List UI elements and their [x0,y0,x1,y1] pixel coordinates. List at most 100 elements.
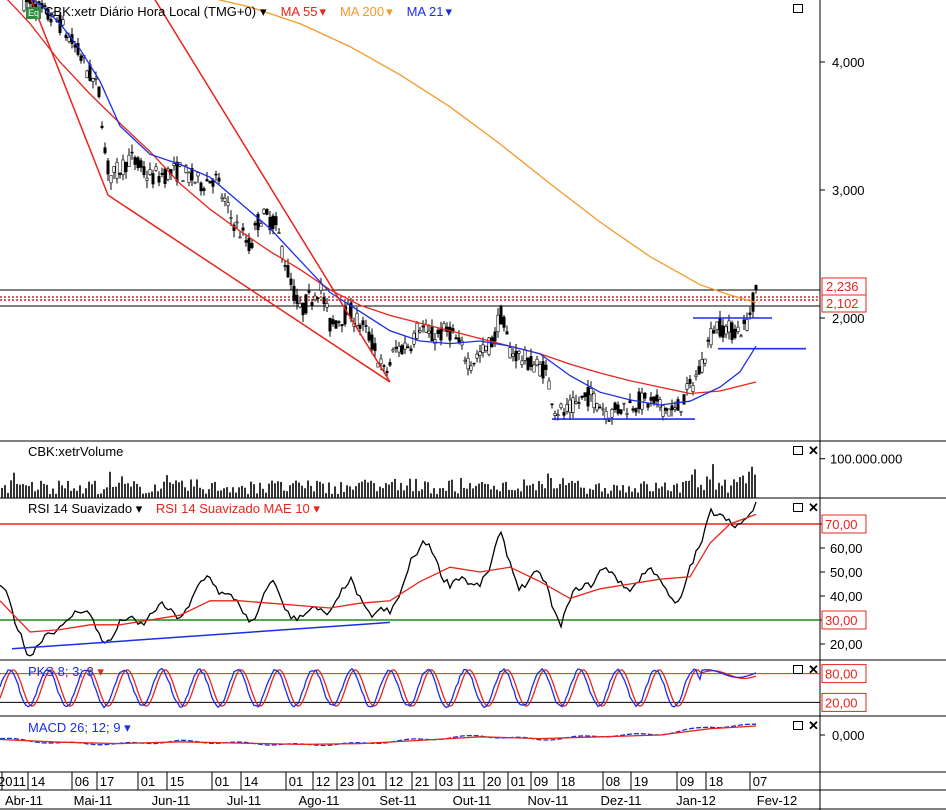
candle-body [358,324,362,329]
maximize-price-panel-icon[interactable] [793,4,803,13]
candle-body [604,411,608,420]
candle-body [142,166,146,176]
candle-body [241,227,245,231]
ma200-label[interactable]: MA 200 [340,4,384,19]
date-axis-month-label: Nov-11 [528,793,569,808]
candle-body [463,359,467,362]
candle-body [439,327,443,341]
candle-body [331,319,335,325]
macd-label[interactable]: MACD 26; 12; 9 [28,720,121,735]
date-axis-month-label: Dez-11 [601,793,642,808]
candle-body [154,166,158,171]
maximize-rsi-panel-icon[interactable] [793,503,803,512]
candle-body [532,364,536,373]
candle-body [415,322,419,339]
candle-body [529,356,533,367]
close-macd-panel-icon[interactable]: ✕ [808,719,819,732]
candle-body [316,297,320,299]
date-axis-month-label: Fev-12 [757,793,797,808]
date-axis-day-label: 2011 [0,774,26,789]
candle-body [499,305,503,325]
candle-body [721,325,725,338]
close-rsi-panel-icon[interactable]: ✕ [808,501,819,514]
maximize-volume-panel-icon[interactable] [793,446,803,455]
date-axis-day-label: 07 [753,774,767,789]
candle-body [130,151,134,154]
candle-body [622,402,626,405]
date-axis-day-label: 18 [709,774,723,789]
candle-body [226,202,230,207]
candle-body [613,402,617,410]
candle-body [664,408,668,411]
candle-body [697,366,701,375]
macd-dropdown-icon[interactable]: ▾ [124,720,131,735]
ma21-dropdown-icon[interactable]: ▾ [445,4,452,19]
date-axis-day-label: 01 [215,774,229,789]
candle-body [658,399,662,408]
chart-canvas: 4,000 3,000 2,000 2,236 2,102 100.000.000 70,0… [0,0,946,810]
date-axis-day-label: 09 [534,774,548,789]
candle-body [325,303,329,308]
candle-body [691,385,695,392]
candle-body [235,221,239,224]
candle-body [244,240,248,243]
price-axis-label: 3,000 [832,183,865,198]
close-volume-panel-icon[interactable]: ✕ [808,444,819,457]
candle-body [703,358,707,364]
rsi-mae-label[interactable]: RSI 14 Suavizado MAE 10 [156,501,310,516]
candle-body [481,344,485,353]
candle-body [457,337,461,343]
ma200-dropdown-icon[interactable]: ▾ [386,4,393,19]
volume-panel-title: CBK:xetrVolume [28,444,124,459]
candle-body [94,78,98,80]
candle-body [646,403,650,408]
candle-body [334,320,338,329]
rsi-dropdown-icon[interactable]: ▾ [136,501,143,516]
date-axis-day-label: 09 [680,774,694,789]
candle-body [454,337,458,340]
candle-body [73,44,77,48]
date-axis-day-label: 01 [289,774,303,789]
candle-body [634,408,638,413]
candle-body [106,160,110,175]
candle-body [163,168,167,185]
rsi-label[interactable]: RSI 14 Suavizado [28,501,132,516]
candle-body [265,209,269,215]
candle-body [364,325,368,327]
candle-body [601,408,605,411]
candle-body [298,302,302,308]
instrument-dropdown-icon[interactable]: ▾ [260,4,267,19]
pks-label[interactable]: PKS 8; 3; 3 [28,664,94,679]
candle-body [724,326,728,335]
date-axis-day-label: 17 [100,774,114,789]
pks-panel-title: PKS 8; 3; 3 ▾ [28,664,104,680]
candle-body [730,322,734,340]
candle-body [748,312,752,315]
candle-body [694,374,698,377]
candle-body [406,346,410,349]
trend-channel-channel-lower [107,194,391,383]
candle-body [322,296,326,304]
maximize-pks-panel-icon[interactable] [793,665,803,674]
date-axis-month-label: Out-11 [453,793,492,808]
candle-body [718,317,722,337]
candle-body [526,357,530,370]
close-pks-panel-icon[interactable]: ✕ [808,663,819,676]
date-axis-day-label: 03 [439,774,453,789]
ma21-label[interactable]: MA 21 [407,4,444,19]
candle-body [382,365,386,367]
instrument-label[interactable]: CBK:xetr Diário Hora Local (TMG+0) [44,4,256,19]
rsi-mae-dropdown-icon[interactable]: ▾ [313,501,320,516]
candle-body [214,173,218,176]
ma55-dropdown-icon[interactable]: ▾ [319,4,326,19]
date-axis-day-label: 23 [340,774,354,789]
ma55-label[interactable]: MA 55 [281,4,318,19]
date-axis-month-label: Jun-11 [152,793,191,808]
date-axis-day-label: 01 [362,774,376,789]
candle-body [193,181,197,184]
candle-body [436,329,440,334]
candle-body [202,188,206,191]
candle-body [706,339,710,342]
maximize-macd-panel-icon[interactable] [793,721,803,730]
pks-dropdown-icon[interactable]: ▾ [97,664,104,679]
